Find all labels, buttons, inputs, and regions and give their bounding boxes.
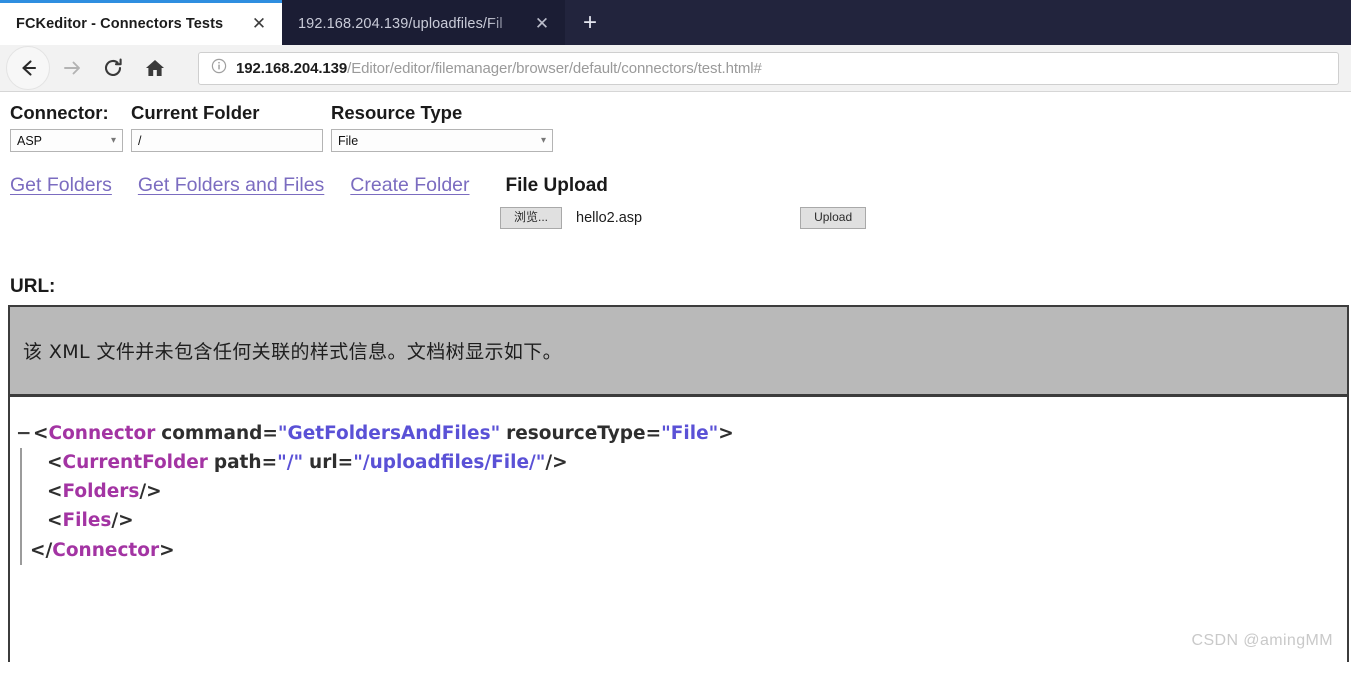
url-heading: URL: — [10, 275, 56, 297]
upload-button[interactable]: Upload — [800, 207, 867, 229]
current-folder-value: / — [138, 133, 142, 148]
xml-open-bracket: </ — [30, 539, 53, 561]
xml-open-bracket: < — [33, 422, 49, 444]
tab-title: 192.168.204.139/uploadfiles/Fil — [298, 16, 503, 32]
xml-tree: −<Connector command="GetFoldersAndFiles"… — [10, 397, 1347, 565]
xml-line-currentfolder[interactable]: <CurrentFolder path="/" url="/uploadfile… — [30, 448, 1347, 477]
resource-type-label: Resource Type — [331, 102, 463, 123]
back-button[interactable] — [6, 46, 50, 90]
xml-tag-name: Files — [62, 510, 112, 532]
file-upload-label: File Upload — [505, 175, 608, 196]
connector-select[interactable]: ASP ▾ — [10, 129, 123, 152]
xml-equals: = — [337, 452, 354, 474]
action-links: Get Folders Get Folders and Files Create… — [0, 152, 1351, 197]
xml-attr-value: "/uploadfiles/File/" — [353, 452, 546, 474]
navigation-toolbar: 192.168.204.139/Editor/editor/filemanage… — [0, 45, 1351, 92]
resource-type-field: Resource Type File ▾ — [331, 102, 553, 152]
url-host: 192.168.204.139 — [236, 59, 348, 77]
xml-attr-name: path — [213, 452, 262, 474]
info-circle-icon[interactable] — [211, 58, 227, 78]
xml-line-connector-close[interactable]: </Connector> — [30, 536, 1347, 565]
url-path: /Editor/editor/filemanager/browser/defau… — [347, 59, 762, 77]
xml-line-files[interactable]: <Files/> — [30, 506, 1347, 535]
xml-close-bracket: /> — [111, 510, 134, 532]
xml-attr-value: "GetFoldersAndFiles" — [277, 422, 501, 444]
current-folder-label: Current Folder — [131, 102, 260, 123]
xml-equals: = — [261, 452, 278, 474]
xml-attr-name: command — [161, 422, 263, 444]
tab-strip: FCKeditor - Connectors Tests ✕ 192.168.2… — [0, 0, 1351, 45]
xml-close-bracket: > — [718, 422, 734, 444]
browser-chrome: FCKeditor - Connectors Tests ✕ 192.168.2… — [0, 0, 1351, 92]
reload-button[interactable] — [92, 47, 134, 89]
close-icon[interactable]: ✕ — [246, 11, 272, 37]
address-bar[interactable]: 192.168.204.139/Editor/editor/filemanage… — [198, 51, 1339, 85]
xml-tag-name: CurrentFolder — [62, 452, 208, 474]
connector-value: ASP — [17, 133, 43, 148]
new-tab-button[interactable]: + — [565, 0, 615, 45]
close-icon[interactable]: ✕ — [529, 11, 555, 37]
chevron-down-icon: ▾ — [540, 135, 546, 146]
xml-close-bracket: /> — [139, 481, 162, 503]
file-upload-row: 浏览... hello2.asp Upload — [0, 207, 1351, 229]
xml-attr-value: "/" — [277, 452, 304, 474]
arrow-left-icon — [17, 57, 39, 79]
xml-attr-name: resourceType — [506, 422, 646, 444]
xml-result-frame: 该 XML 文件并未包含任何关联的样式信息。文档树显示如下。 −<Connect… — [8, 304, 1349, 662]
xml-style-warning-banner: 该 XML 文件并未包含任何关联的样式信息。文档树显示如下。 — [10, 306, 1347, 397]
xml-line-connector-open[interactable]: −<Connector command="GetFoldersAndFiles"… — [16, 419, 1347, 448]
resource-type-select[interactable]: File ▾ — [331, 129, 553, 152]
page-content: Connector: ASP ▾ Current Folder / Resour… — [0, 92, 1351, 662]
forward-button[interactable] — [50, 47, 92, 89]
connector-field: Connector: ASP ▾ — [10, 102, 123, 152]
xml-tag-name: Connector — [52, 539, 160, 561]
selected-file-name: hello2.asp — [576, 209, 643, 226]
home-icon — [144, 57, 166, 79]
xml-tag-name: Connector — [48, 422, 156, 444]
connector-label: Connector: — [10, 102, 109, 123]
xml-equals: = — [645, 422, 662, 444]
xml-children-group: <CurrentFolder path="/" url="/uploadfile… — [20, 448, 1347, 565]
watermark: CSDN @amingMM — [1191, 631, 1333, 649]
current-folder-field: Current Folder / — [131, 102, 323, 152]
xml-attr-name: url — [309, 452, 338, 474]
xml-open-bracket: < — [47, 510, 63, 532]
xml-close-bracket: /> — [545, 452, 568, 474]
browse-button[interactable]: 浏览... — [500, 207, 562, 229]
browser-tab-inactive[interactable]: 192.168.204.139/uploadfiles/Fil ✕ — [282, 0, 565, 45]
current-folder-input[interactable]: / — [131, 129, 323, 152]
xml-open-bracket: < — [47, 452, 63, 474]
collapse-toggle-icon[interactable]: − — [16, 419, 33, 448]
create-folder-link[interactable]: Create Folder — [350, 174, 469, 197]
xml-attr-value: "File" — [661, 422, 719, 444]
xml-open-bracket: < — [47, 481, 63, 503]
reload-icon — [102, 57, 124, 79]
browser-tab-active[interactable]: FCKeditor - Connectors Tests ✕ — [0, 0, 282, 45]
get-folders-link[interactable]: Get Folders — [10, 174, 112, 197]
xml-line-folders[interactable]: <Folders/> — [30, 477, 1347, 506]
get-folders-and-files-link[interactable]: Get Folders and Files — [138, 174, 324, 197]
home-button[interactable] — [134, 47, 176, 89]
xml-close-bracket: > — [159, 539, 175, 561]
connector-form: Connector: ASP ▾ Current Folder / Resour… — [0, 92, 1351, 152]
xml-equals: = — [262, 422, 278, 444]
chevron-down-icon: ▾ — [110, 135, 116, 146]
tab-title: FCKeditor - Connectors Tests — [16, 16, 224, 32]
xml-tag-name: Folders — [62, 481, 140, 503]
resource-type-value: File — [338, 133, 359, 148]
arrow-right-icon — [60, 57, 82, 79]
